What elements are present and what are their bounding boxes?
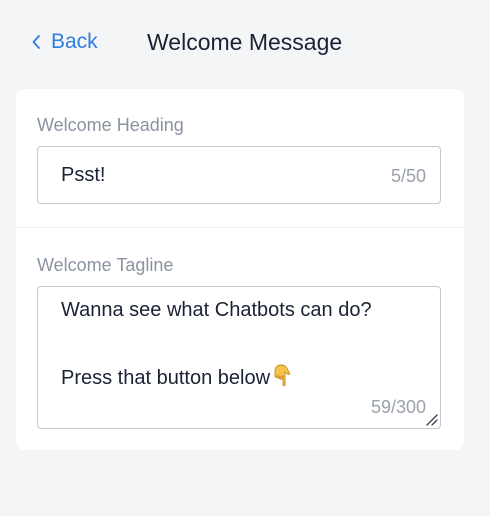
tagline-line: Wanna see what Chatbots can do? xyxy=(61,299,372,321)
tagline-line-with-emoji: Press that button below xyxy=(61,363,292,393)
welcome-tagline-counter: 59/300 xyxy=(370,397,426,417)
back-label: Back xyxy=(51,30,98,53)
welcome-heading-counter: 5/50 xyxy=(390,166,426,186)
welcome-tagline-label: Welcome Tagline xyxy=(37,255,174,275)
welcome-heading-label: Welcome Heading xyxy=(37,115,184,135)
tagline-line: Press that button below xyxy=(61,367,271,389)
welcome-tagline-textarea[interactable]: Wanna see what Chatbots can do? Press th… xyxy=(37,286,441,429)
welcome-heading-input[interactable]: Psst! 5/50 xyxy=(37,146,441,204)
back-button[interactable]: Back xyxy=(30,27,98,57)
header: Back Welcome Message xyxy=(0,0,490,84)
pointing-down-hand-icon xyxy=(272,363,292,393)
welcome-message-card: Welcome Heading Psst! 5/50 Welcome Tagli… xyxy=(16,89,464,450)
chevron-left-icon xyxy=(30,33,42,51)
resize-handle-icon[interactable] xyxy=(424,412,438,426)
divider xyxy=(16,227,464,228)
page-title: Welcome Message xyxy=(147,29,343,55)
welcome-heading-value: Psst! xyxy=(61,163,106,186)
